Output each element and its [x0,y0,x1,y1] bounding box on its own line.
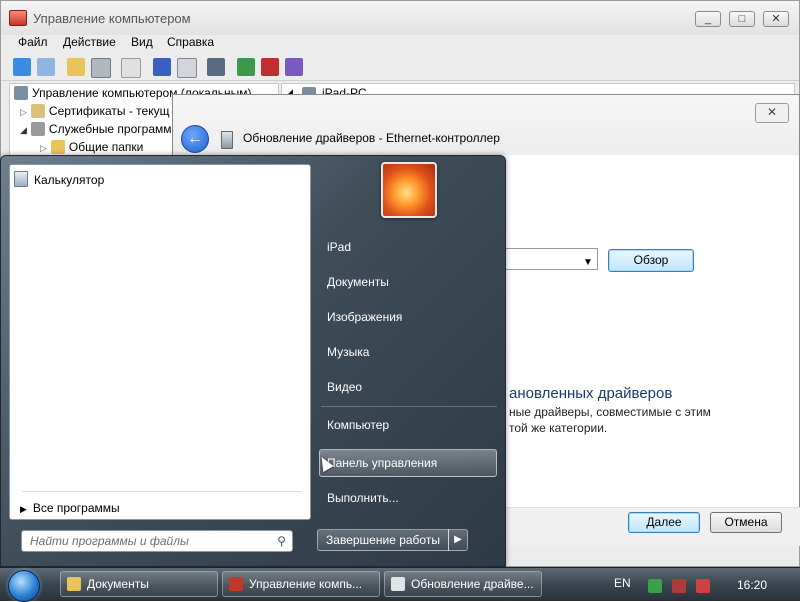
folder-icon [67,577,81,591]
start-link-computer[interactable]: Компьютер [327,418,389,432]
calculator-icon [14,171,28,187]
expand-arrow-icon[interactable]: ▷ [20,107,27,117]
search-icon[interactable]: ⚲ [277,534,286,548]
shared-folder-icon [50,140,65,154]
computer-management-icon [229,577,243,591]
window-titlebar[interactable]: Управление компьютером _ □ ✕ [1,1,799,35]
description-line: той же категории. [509,421,608,435]
tree-item-label: Сертификаты - текущ [48,104,170,118]
show-hide-tree-icon[interactable] [91,58,111,78]
start-link-videos[interactable]: Видео [327,380,362,394]
menu-view[interactable]: Вид [131,35,153,49]
device-icon [221,131,233,149]
tools-icon [30,122,45,136]
dialog-header: ✕ ← Обновление драйверов - Ethernet-конт… [173,95,799,155]
tree-item-label: Служебные программ [48,122,172,136]
collapse-arrow-icon[interactable]: ◢ [20,125,27,135]
shutdown-button[interactable]: Завершение работы [317,529,449,551]
tree-item[interactable]: ▷ Сертификаты - текущ [20,104,169,122]
computer-icon [14,86,28,100]
option-heading[interactable]: ановленных драйверов [509,385,672,402]
start-link-control-panel[interactable]: Панель управления [327,456,437,470]
menu-action[interactable]: Действие [63,35,116,49]
tree-item[interactable]: ◢ Служебные программ [20,122,172,140]
taskbar-item-label: Обновление драйве... [411,577,534,591]
next-button[interactable]: Далее [628,512,700,533]
cancel-button[interactable]: Отмена [710,512,782,533]
search-box[interactable]: Найти программы и файлы ⚲ [21,530,293,552]
dropdown-arrow-icon[interactable]: ▼ [583,257,593,268]
start-link-documents[interactable]: Документы [327,275,389,289]
dialog-close-button[interactable]: ✕ [755,103,789,123]
divider [22,491,302,492]
language-indicator[interactable]: EN [614,576,631,590]
network-icon[interactable] [672,579,686,593]
security-shield-icon[interactable] [648,579,662,593]
user-avatar[interactable] [381,162,437,218]
back-arrow-icon[interactable] [13,58,31,76]
taskbar-item-computer-management[interactable]: Управление компь... [222,571,380,597]
expand-arrow-icon: ▶ [20,504,27,514]
menu-bar: Файл Действие Вид Справка [1,35,799,53]
volume-muted-icon[interactable] [696,579,710,593]
scan-hardware-icon[interactable] [207,58,225,76]
taskbar-item-label: Управление компь... [249,577,363,591]
menu-help[interactable]: Справка [167,35,214,49]
option-description: ные драйверы, совместимые с этим той же … [509,404,711,436]
forward-arrow-icon[interactable] [37,58,55,76]
taskbar-item-label: Документы [87,577,149,591]
window-title: Управление компьютером [33,11,191,26]
start-link-music[interactable]: Музыка [327,345,369,359]
program-item-calculator[interactable]: Калькулятор [14,171,104,189]
toolbar [1,54,799,81]
start-link-ipad[interactable]: iPad [327,240,351,254]
close-button[interactable]: ✕ [763,11,789,27]
start-link-pictures[interactable]: Изображения [327,310,402,324]
shutdown-options-arrow-icon[interactable]: ▶ [448,529,468,551]
tree-item-label: Общие папки [68,140,144,154]
taskbar-item-driver-update[interactable]: Обновление драйве... [384,571,542,597]
program-label: Калькулятор [34,173,105,187]
up-folder-icon[interactable] [67,58,85,76]
help-icon[interactable] [153,58,171,76]
browse-button[interactable]: Обзор [608,249,694,272]
back-button[interactable]: ← [181,125,209,153]
start-menu: Калькулятор ▶ Все программы Найти програм… [0,155,506,567]
maximize-button[interactable]: □ [729,11,755,27]
device-icon [391,577,405,591]
properties-icon[interactable] [121,58,141,78]
all-programs-button[interactable]: ▶ Все программы [20,501,120,515]
expand-arrow-icon[interactable]: ▷ [40,143,47,153]
programs-pane: Калькулятор ▶ Все программы [9,164,311,520]
clock[interactable]: 16:20 [737,578,767,592]
search-placeholder: Найти программы и файлы [30,534,189,548]
start-link-run[interactable]: Выполнить... [327,491,399,505]
all-programs-label: Все программы [32,501,120,515]
certificate-icon [30,104,45,118]
menu-file[interactable]: Файл [18,35,48,49]
description-line: ные драйверы, совместимые с этим [509,405,711,419]
uninstall-device-icon[interactable] [285,58,303,76]
disable-device-icon[interactable] [261,58,279,76]
taskbar-item-documents[interactable]: Документы [60,571,218,597]
dialog-caption: Обновление драйверов - Ethernet-контролл… [243,131,500,145]
minimize-button[interactable]: _ [695,11,721,27]
update-driver-icon[interactable] [237,58,255,76]
taskbar: Документы Управление компь... Обновление… [0,567,800,602]
start-button[interactable] [8,570,40,602]
export-list-icon[interactable] [177,58,197,78]
app-icon [9,10,27,26]
divider [321,406,497,407]
